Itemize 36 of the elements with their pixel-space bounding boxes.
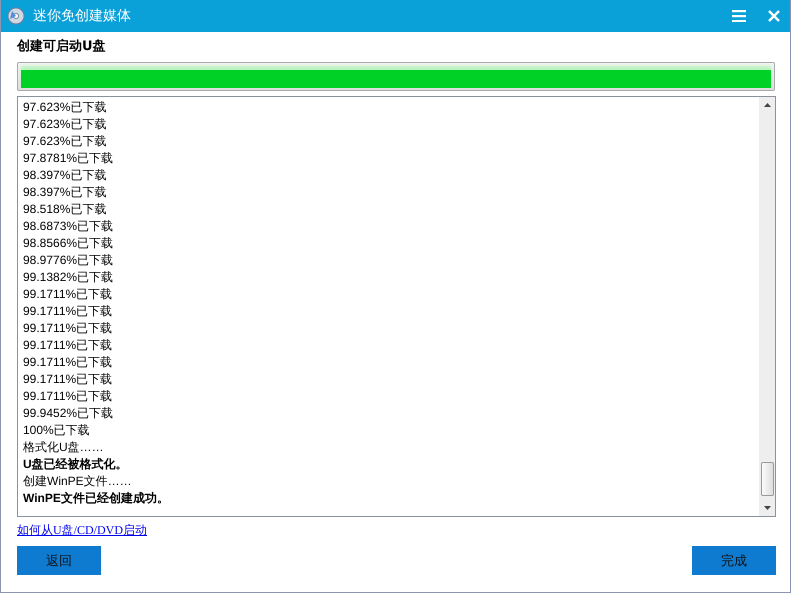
log-line: 98.397%已下载: [23, 184, 108, 201]
finish-button[interactable]: 完成: [692, 546, 776, 575]
log-line: WinPE文件已经创建成功。: [23, 490, 170, 507]
log-line: 98.6873%已下载: [23, 218, 114, 235]
scroll-up-icon[interactable]: [764, 103, 770, 107]
scroll-down-icon[interactable]: [764, 506, 770, 510]
close-icon[interactable]: [768, 10, 780, 22]
log-line: 99.1711%已下载: [23, 320, 114, 337]
log-line: 97.8781%已下载: [23, 150, 114, 167]
log-line: 99.1711%已下载: [23, 371, 114, 388]
log-line: 97.623%已下载: [23, 133, 108, 150]
log-line: 98.9776%已下载: [23, 252, 114, 269]
log-line: 99.1711%已下载: [23, 388, 114, 405]
log-line: 98.518%已下载: [23, 201, 108, 218]
log-line: 99.9452%已下载: [23, 405, 114, 422]
scrollbar[interactable]: [759, 97, 775, 516]
log-line: 99.1711%已下载: [23, 337, 114, 354]
log-line: 97.623%已下载: [23, 116, 108, 133]
log-line: 97.623%已下载: [23, 99, 108, 116]
back-button[interactable]: 返回: [17, 546, 101, 575]
help-link[interactable]: 如何从U盘/CD/DVD启动: [17, 522, 148, 539]
window-title: 迷你免创建媒体: [33, 7, 131, 25]
section-heading: 创建可启动U盘: [17, 38, 107, 56]
disc-icon: [7, 7, 25, 25]
log-line: 99.1711%已下载: [23, 303, 114, 320]
menu-icon[interactable]: [732, 10, 746, 22]
log-line: 100%已下载: [23, 422, 91, 439]
log-line: 99.1711%已下载: [23, 286, 114, 303]
log-line: 创建WinPE文件……: [23, 473, 133, 490]
log-line: 格式化U盘……: [23, 439, 105, 456]
log-line: U盘已经被格式化。: [23, 456, 129, 473]
log-line: 99.1382%已下载: [23, 269, 114, 286]
scroll-thumb[interactable]: [760, 462, 774, 496]
log-line: 98.8566%已下载: [23, 235, 114, 252]
log-line: 99.1711%已下载: [23, 354, 114, 371]
log-line: 98.397%已下载: [23, 167, 108, 184]
